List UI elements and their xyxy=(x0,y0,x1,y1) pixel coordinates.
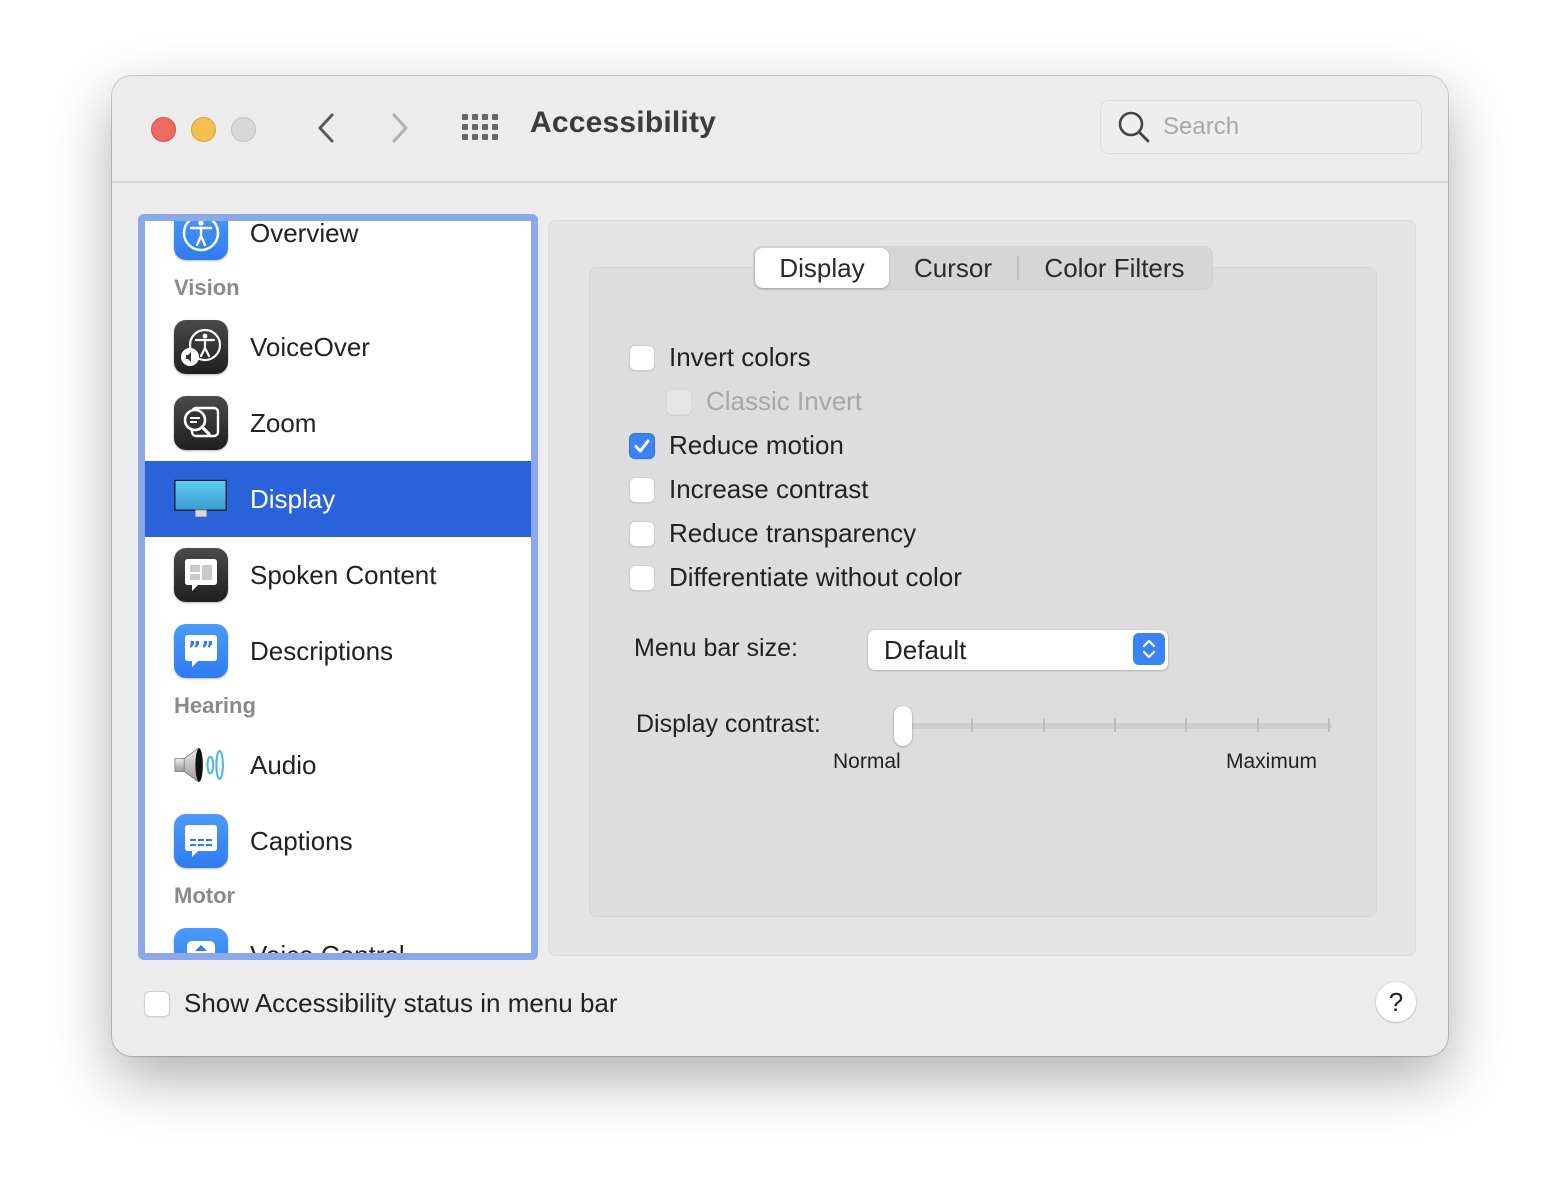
sidebar-item-overview[interactable]: Overview xyxy=(145,217,531,271)
invert-colors-checkbox[interactable] xyxy=(629,344,655,371)
search-input[interactable] xyxy=(1161,112,1405,142)
sidebar-item-label: Captions xyxy=(250,825,353,856)
monitor-icon xyxy=(174,472,228,526)
slider-tick xyxy=(1042,718,1045,732)
minimize-button[interactable] xyxy=(191,117,216,142)
tab-label: Cursor xyxy=(913,252,992,283)
sidebar-item-captions[interactable]: Captions xyxy=(145,803,531,879)
speech-bubble-icon xyxy=(174,548,228,602)
sidebar-item-label: Voice Control xyxy=(250,939,405,960)
sidebar-section-motor: Motor xyxy=(145,879,531,917)
sidebar-item-label: Overview xyxy=(250,217,359,248)
differentiate-without-color-checkbox[interactable] xyxy=(629,564,655,591)
slider-tick xyxy=(971,718,974,732)
quote-bubble-icon: ”” xyxy=(174,624,228,678)
slider-thumb[interactable] xyxy=(894,706,912,746)
voice-control-icon xyxy=(174,928,228,953)
differentiate-without-color-label: Differentiate without color xyxy=(669,562,962,592)
voiceover-icon xyxy=(174,320,228,374)
show-status-checkbox[interactable] xyxy=(144,990,170,1017)
zoom-magnifier-icon xyxy=(174,396,228,450)
slider-tick xyxy=(1185,718,1188,732)
close-button[interactable] xyxy=(151,117,176,142)
reduce-transparency-label: Reduce transparency xyxy=(669,518,917,548)
reduce-transparency-checkbox[interactable] xyxy=(629,520,655,547)
reduce-motion-label: Reduce motion xyxy=(669,430,844,460)
select-stepper-icon xyxy=(1133,633,1165,665)
sidebar-section-hearing: Hearing xyxy=(145,689,531,727)
display-settings-panel: Invert colors Classic Invert Reduce motion… xyxy=(548,220,1416,956)
menu-bar-size-value: Default xyxy=(884,635,967,665)
sidebar-item-audio[interactable]: Audio xyxy=(145,727,531,803)
accessibility-person-icon xyxy=(174,221,228,260)
sidebar-item-label: VoiceOver xyxy=(250,331,370,362)
magnifier-icon xyxy=(1118,111,1150,143)
sidebar-item-label: Audio xyxy=(250,749,317,780)
reduce-motion-checkbox[interactable] xyxy=(629,432,655,459)
chevron-left-icon xyxy=(318,113,334,143)
sidebar-section-vision: Vision xyxy=(145,271,531,309)
window-title: Accessibility xyxy=(530,106,717,139)
tab-display[interactable]: Display xyxy=(755,248,889,288)
question-mark-icon: ? xyxy=(1388,986,1404,1017)
slider-min-label: Normal xyxy=(833,750,901,773)
menu-bar-size-select[interactable]: Default xyxy=(868,630,1168,670)
sidebar-item-label: Display xyxy=(250,483,336,514)
speaker-icon xyxy=(174,738,228,792)
show-status-option[interactable]: Show Accessibility status in menu bar xyxy=(144,988,618,1019)
show-all-button[interactable] xyxy=(462,112,502,144)
show-status-label: Show Accessibility status in menu bar xyxy=(184,988,618,1018)
classic-invert-checkbox xyxy=(666,388,692,415)
tab-label: Display xyxy=(779,252,865,283)
option-classic-invert: Classic Invert xyxy=(666,386,862,417)
sidebar-item-spoken-content[interactable]: Spoken Content xyxy=(145,537,531,613)
slider-tick xyxy=(1114,718,1116,732)
slider-track xyxy=(900,723,1332,729)
option-reduce-motion[interactable]: Reduce motion xyxy=(629,430,844,461)
titlebar: Accessibility xyxy=(112,76,1448,183)
sidebar-item-voiceover[interactable]: VoiceOver xyxy=(145,309,531,385)
help-button[interactable]: ? xyxy=(1376,982,1416,1022)
display-contrast-label: Display contrast: xyxy=(636,710,821,738)
back-button[interactable] xyxy=(308,108,344,148)
chevron-right-icon xyxy=(392,113,408,143)
zoom-button[interactable] xyxy=(231,117,256,142)
sidebar-items: Overview Vision VoiceOver Zoom Display Spoken… xyxy=(145,217,531,960)
slider-tick xyxy=(1328,718,1330,732)
search-field[interactable] xyxy=(1100,100,1422,154)
section-label: Vision xyxy=(174,275,240,300)
invert-colors-label: Invert colors xyxy=(669,342,811,372)
increase-contrast-checkbox[interactable] xyxy=(629,476,655,503)
slider-max-label: Maximum xyxy=(1226,750,1318,773)
tab-bar: Display Cursor Color Filters xyxy=(753,246,1213,290)
sidebar-item-label: Zoom xyxy=(250,407,317,438)
sidebar-item-display[interactable]: Display xyxy=(145,461,531,537)
sidebar-item-label: Spoken Content xyxy=(250,559,437,590)
forward-button[interactable] xyxy=(382,108,418,148)
slider-tick xyxy=(1256,718,1259,732)
tab-content-box: Invert colors Classic Invert Reduce motion… xyxy=(589,267,1377,917)
sidebar-item-descriptions[interactable]: ”” Descriptions xyxy=(145,613,531,689)
tab-cursor[interactable]: Cursor xyxy=(889,248,1017,288)
sidebar-item-voice-control[interactable]: Voice Control xyxy=(145,917,531,960)
option-reduce-transparency[interactable]: Reduce transparency xyxy=(629,518,916,549)
menu-bar-size-label: Menu bar size: xyxy=(634,634,798,662)
sidebar-item-label: Descriptions xyxy=(250,635,394,666)
section-label: Motor xyxy=(174,883,236,908)
display-contrast-slider[interactable] xyxy=(894,706,1334,746)
system-preferences-window: Accessibility Overview Vision VoiceOver Zoo… xyxy=(112,76,1448,1056)
sidebar-item-zoom[interactable]: Zoom xyxy=(145,385,531,461)
option-differentiate-without-color[interactable]: Differentiate without color xyxy=(629,562,962,593)
tab-color-filters[interactable]: Color Filters xyxy=(1019,248,1211,288)
option-invert-colors[interactable]: Invert colors xyxy=(629,342,811,373)
tab-label: Color Filters xyxy=(1044,252,1185,283)
svg-text:””: ”” xyxy=(188,637,214,661)
increase-contrast-label: Increase contrast xyxy=(669,474,869,504)
classic-invert-label: Classic Invert xyxy=(706,386,863,416)
option-increase-contrast[interactable]: Increase contrast xyxy=(629,474,868,505)
section-label: Hearing xyxy=(174,693,256,718)
sidebar-list[interactable]: Overview Vision VoiceOver Zoom Display Spoken… xyxy=(138,214,538,960)
captions-bubble-icon xyxy=(174,814,228,868)
